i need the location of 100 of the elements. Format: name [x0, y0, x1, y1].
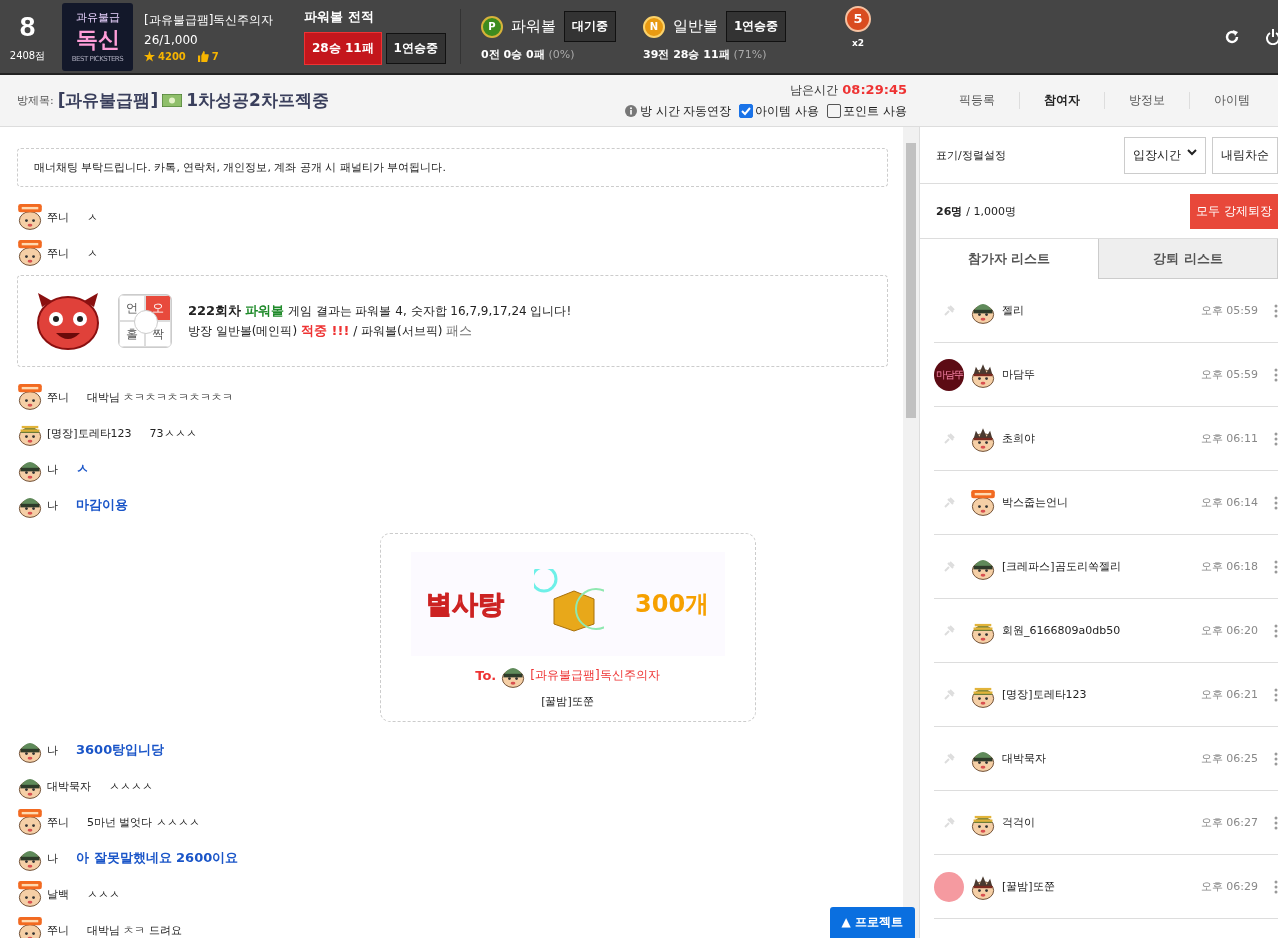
chat-message: 대박님 ㅊㅋ 드려요 — [87, 922, 182, 938]
more-icon[interactable] — [1274, 367, 1278, 382]
project-button[interactable]: ▲ 프로젝트 — [829, 907, 915, 938]
avatar-icon — [970, 489, 996, 516]
avatar-icon — [17, 240, 43, 266]
participant-name: 걱걱이 — [1002, 815, 1036, 830]
sort-label: 표기/정렬설정 — [936, 147, 1006, 163]
join-time: 오후 06:29 — [1200, 879, 1258, 894]
chat-message: 5마넌 벌엇다 ㅅㅅㅅㅅ — [87, 814, 200, 830]
chat-username: 나 — [47, 850, 58, 866]
more-icon[interactable] — [1274, 815, 1278, 830]
option-label[interactable]: 아이템 사용 — [755, 102, 820, 120]
chat-message: ㅅ — [87, 209, 98, 225]
chat-message: 아 잘못말했네요 2600이요 — [76, 849, 239, 867]
game-record: 39전 28승 11패 (71%) — [643, 47, 768, 62]
sender-name: [꿀밤]또쭌 — [541, 694, 594, 709]
option-label[interactable]: 포인트 사용 — [843, 102, 907, 120]
sort-dropdown[interactable]: 입장시간 — [1124, 136, 1206, 174]
nav-tab[interactable]: 픽등록 — [935, 92, 1019, 109]
info-icon — [624, 105, 637, 117]
list-tab[interactable]: 강퇴 리스트 — [1098, 239, 1278, 279]
join-time: 오후 06:25 — [1200, 751, 1258, 766]
more-icon[interactable] — [1274, 559, 1278, 574]
nav-tab[interactable]: 방정보 — [1104, 92, 1189, 109]
game-record: 0전 0승 0패 (0%) — [481, 47, 576, 62]
coin-icon: N — [643, 15, 665, 38]
member-count: 26/1,000 — [144, 32, 199, 47]
chat-message: ㅅㅅㅅㅅ — [109, 778, 153, 794]
kick-all-button[interactable]: 모두 강제퇴장 — [1190, 193, 1278, 229]
participant-name: 젤리 — [1002, 303, 1025, 318]
power-icon[interactable] — [1266, 28, 1278, 45]
more-icon[interactable] — [1274, 431, 1278, 446]
nav-tab[interactable]: 참여자 — [1019, 92, 1104, 109]
chat-message: 3600탕입니당 — [76, 741, 165, 759]
like-count: 7 — [211, 50, 219, 62]
user-name: [과유불급팸]독신주의자 — [144, 11, 275, 29]
checkbox[interactable] — [739, 104, 754, 118]
multiplier-text: x2 — [851, 37, 865, 48]
chat-username: [명장]토레타123 — [47, 425, 132, 441]
chat-username: 쭈니 — [47, 245, 69, 261]
join-time: 오후 06:11 — [1200, 431, 1258, 446]
more-icon[interactable] — [1274, 303, 1278, 318]
room-title: 1차성공2차프젝중 — [186, 89, 329, 112]
auto-extend-text: 방 시간 자동연장 — [639, 102, 732, 120]
participant-name: 초희야 — [1002, 431, 1036, 446]
chat-username: 쭈니 — [47, 389, 69, 405]
join-time: 오후 06:27 — [1200, 815, 1258, 830]
join-time: 오후 05:59 — [1200, 367, 1258, 382]
status-badge: 대기중 — [564, 11, 616, 42]
participant-name: [크레파스]곰도리쏙젤리 — [1002, 559, 1122, 574]
participant-name: [명장]토레타123 — [1002, 687, 1088, 702]
participant-name: 박스줍는언니 — [1002, 495, 1069, 510]
remaining-time: 남은시간 08:29:45 — [790, 81, 907, 99]
room-clan: [과유불급팸] — [57, 89, 159, 112]
avatar-icon — [17, 917, 43, 938]
star-icon — [144, 50, 155, 62]
devil-mascot-icon — [34, 291, 102, 351]
notice-message: 매너채팅 부탁드립니다. 카톡, 연락처, 개인정보, 계좌 공개 시 패널티가 부여됩니다. — [17, 148, 888, 187]
participant-count: 26명 / 1,000명 — [936, 203, 1016, 219]
more-icon[interactable] — [1274, 751, 1278, 766]
more-icon[interactable] — [1274, 623, 1278, 638]
checkbox[interactable] — [827, 104, 842, 118]
chat-message: 73ㅅㅅㅅ — [149, 425, 197, 441]
coin-icon: P — [481, 15, 503, 38]
status-badge: 1연승중 — [726, 11, 787, 42]
points-text: 2408점 — [9, 48, 46, 63]
more-icon[interactable] — [1274, 879, 1278, 894]
join-time: 오후 06:14 — [1200, 495, 1258, 510]
level-number: 8 — [19, 10, 36, 43]
join-time: 오후 06:21 — [1200, 687, 1258, 702]
more-icon[interactable] — [1274, 495, 1278, 510]
chat-message: 마감이용 — [76, 496, 128, 514]
pick-result-text: 방장 일반볼(메인픽) 적중 !!! / 파워볼(서브픽) 패스 — [188, 322, 474, 340]
game-name: 파워볼 — [511, 17, 556, 36]
chevron-down-icon — [1187, 146, 1197, 157]
avatar-icon — [17, 809, 43, 835]
refresh-icon[interactable] — [1224, 28, 1240, 45]
user-badge: 마담뚜 — [934, 358, 964, 391]
photo-placeholder — [934, 871, 964, 902]
participant-name: 회원_6166809a0db50 — [1002, 623, 1122, 638]
avatar-icon — [17, 881, 43, 907]
avatar-icon — [17, 204, 43, 230]
result-text: 222회차 파워볼 게임 결과는 파워볼 4, 숫자합 16,7,9,17,24 입니다! — [188, 302, 572, 320]
participant-name: [꿀밤]또쭌 — [1002, 879, 1056, 894]
more-icon[interactable] — [1274, 687, 1278, 702]
recipient-name: [과유불급팸]독신주의자 — [530, 666, 660, 684]
nav-tab[interactable]: 아이템 — [1189, 92, 1274, 109]
bonus-badge: 5 — [845, 5, 871, 32]
chat-username: 쭈니 — [47, 209, 69, 225]
chat-message: ㅅ — [87, 245, 98, 261]
join-time: 오후 05:59 — [1200, 303, 1258, 318]
chat-username: 날백 — [47, 886, 69, 902]
candy-gift-drawing: 별사탕 300개 — [410, 552, 725, 656]
chat-message: ㅅㅅㅅ — [87, 886, 120, 902]
participant-name: 마담뚜 — [1002, 367, 1036, 382]
scrollbar[interactable] — [903, 127, 919, 938]
room-title-label: 방제목: — [17, 93, 54, 108]
money-icon — [162, 94, 183, 107]
chat-message: ㅅ — [76, 460, 89, 478]
order-dropdown[interactable]: 내림차순 — [1212, 136, 1278, 174]
